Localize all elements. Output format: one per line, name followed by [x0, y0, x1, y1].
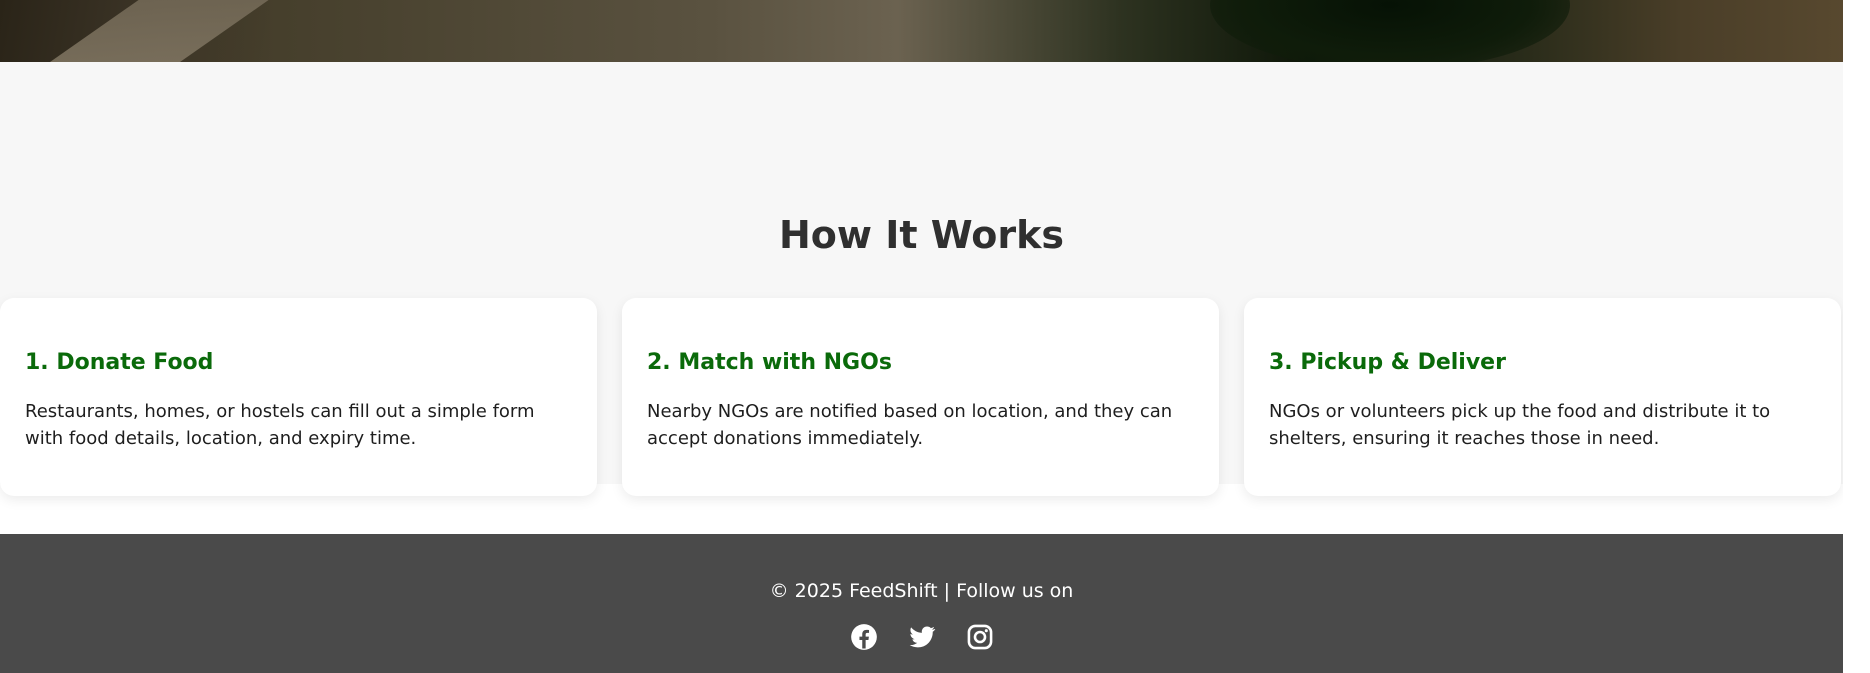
social-links — [0, 623, 1843, 651]
step-card-donate: 1. Donate Food Restaurants, homes, or ho… — [0, 298, 597, 496]
scrollbar[interactable] — [1843, 0, 1870, 673]
step-description: Nearby NGOs are notified based on locati… — [647, 401, 1173, 449]
how-it-works-section: How It Works 1. Donate Food Restaurants,… — [0, 62, 1870, 496]
step-description: Restaurants, homes, or hostels can fill … — [25, 401, 535, 449]
hero-image-bottom — [0, 0, 1870, 62]
hero-image-dark-area — [1210, 0, 1570, 62]
page: How It Works 1. Donate Food Restaurants,… — [0, 0, 1870, 673]
section-title: How It Works — [778, 213, 1065, 257]
facebook-icon[interactable] — [850, 623, 878, 651]
step-title: 3. Pickup & Deliver — [1269, 350, 1506, 375]
instagram-icon[interactable] — [966, 623, 994, 651]
step-card-pickup: 3. Pickup & Deliver NGOs or volunteers p… — [1244, 298, 1841, 496]
step-description: NGOs or volunteers pick up the food and … — [1269, 401, 1771, 449]
step-title: 2. Match with NGOs — [647, 350, 892, 375]
step-card-match: 2. Match with NGOs Nearby NGOs are notif… — [622, 298, 1219, 496]
step-title: 1. Donate Food — [25, 350, 214, 375]
twitter-icon[interactable] — [908, 623, 936, 651]
footer-copyright: © 2025 FeedShift | Follow us on — [769, 580, 1074, 602]
footer: © 2025 FeedShift | Follow us on — [0, 534, 1870, 673]
steps-cards: 1. Donate Food Restaurants, homes, or ho… — [0, 298, 1843, 496]
